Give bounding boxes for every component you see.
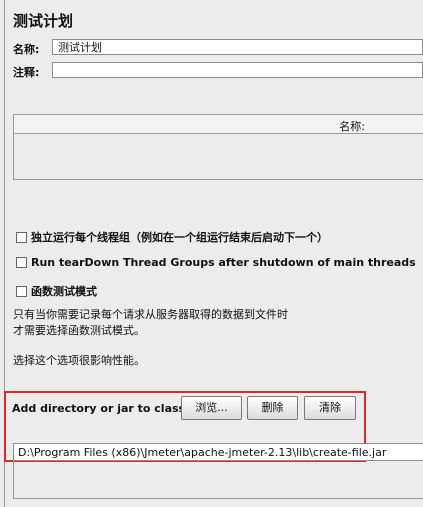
option-teardown-after-shutdown[interactable]: Run tearDown Thread Groups after shutdow… [16, 256, 416, 269]
name-field[interactable]: 测试计划 [52, 39, 423, 55]
teardown-checkbox[interactable] [16, 257, 27, 268]
teardown-label: Run tearDown Thread Groups after shutdow… [31, 256, 416, 269]
page-title: 测试计划 [13, 12, 74, 30]
classpath-list[interactable] [13, 461, 423, 499]
clear-button[interactable]: 清除 [304, 396, 356, 420]
browse-button[interactable]: 浏览... [181, 396, 242, 420]
comment-label: 注释: [13, 66, 40, 79]
functional-mode-checkbox[interactable] [16, 285, 27, 297]
user-variables-table[interactable]: 名称: [13, 114, 423, 180]
table-column-name[interactable]: 名称: [339, 118, 365, 134]
performance-warning: 选择这个选项很影响性能。 [13, 354, 145, 367]
classpath-list-item[interactable]: D:\Program Files (x86)\Jmeter\apache-jme… [13, 443, 423, 461]
run-consecutively-checkbox[interactable] [16, 231, 27, 243]
functional-mode-label: 函数测试模式 [31, 285, 97, 298]
functional-note-line-1: 只有当你需要记录每个请求从服务器取得的数据到文件时 [13, 308, 288, 321]
functional-mode-note: 只有当你需要记录每个请求从服务器取得的数据到文件时 才需要选择函数测试模式。 [13, 307, 288, 339]
option-functional-test-mode[interactable]: 函数测试模式 [16, 283, 97, 299]
run-consecutively-label: 独立运行每个线程组（例如在一个组运行结束后启动下一个） [31, 231, 328, 244]
table-header: 名称: [14, 115, 423, 134]
functional-note-line-2: 才需要选择函数测试模式。 [13, 324, 145, 337]
delete-button[interactable]: 删除 [247, 396, 298, 420]
name-label: 名称: [13, 43, 40, 56]
option-run-thread-groups-consecutively[interactable]: 独立运行每个线程组（例如在一个组运行结束后启动下一个） [16, 229, 328, 245]
comment-field[interactable] [52, 62, 423, 78]
